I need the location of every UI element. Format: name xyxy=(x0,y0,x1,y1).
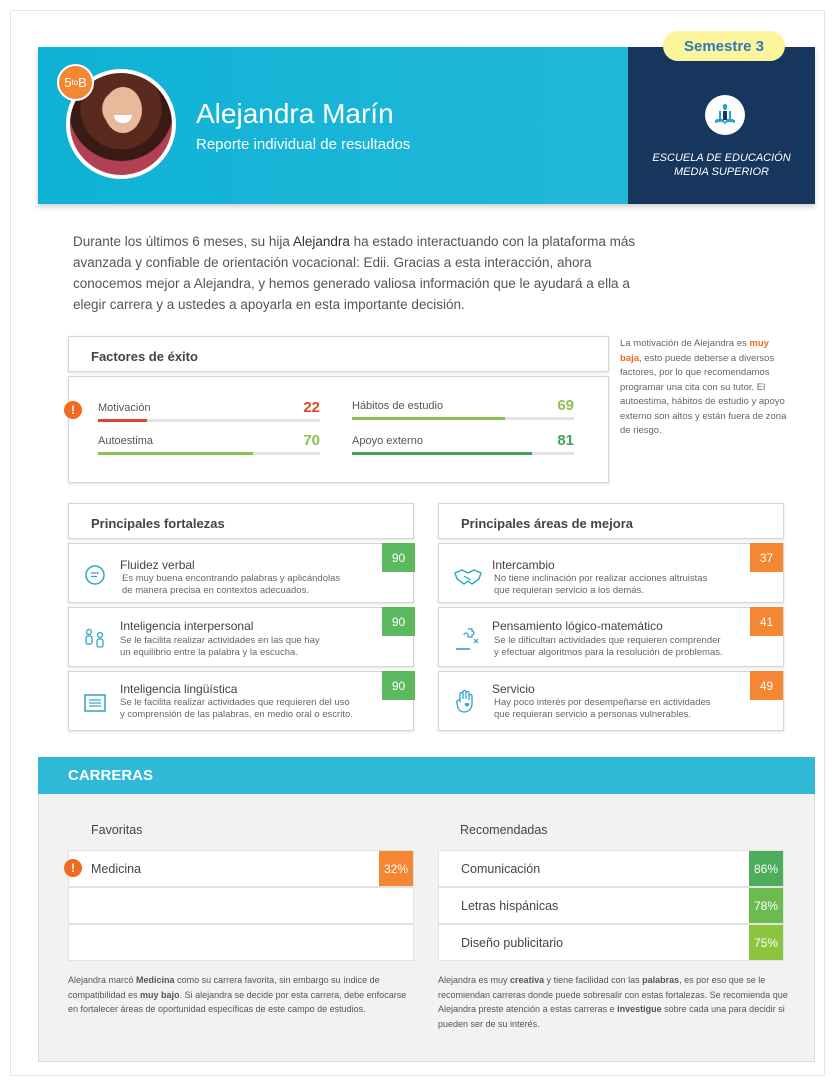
people-icon xyxy=(82,626,108,652)
grade-badge: 5 to B xyxy=(57,64,94,101)
score-badge: 90 xyxy=(382,543,415,572)
semester-badge: Semestre 3 xyxy=(663,31,785,61)
recommended-title: Recomendadas xyxy=(460,823,548,837)
factors-panel: ! Motivación 22 Hábitos de estudio 69 Au… xyxy=(64,376,609,483)
motivation-note: La motivación de Alejandra es muy baja, … xyxy=(620,338,787,436)
recommended-note: Alejandra es muy creativa y tiene facili… xyxy=(438,975,788,1029)
recommended-career-row: Diseño publicitario 75% xyxy=(438,924,784,961)
alert-icon: ! xyxy=(64,401,82,419)
factors-header: Factores de éxito xyxy=(68,336,609,372)
handshake-icon xyxy=(453,564,483,590)
improvement-item: Servicio Hay poco interés por desempeñar… xyxy=(438,671,784,731)
factor-bar-fill xyxy=(98,452,254,455)
student-name: Alejandra Marín xyxy=(196,98,394,129)
careers-title: CARRERAS xyxy=(38,757,815,794)
score-badge: 49 xyxy=(750,671,783,700)
score-badge: 90 xyxy=(382,671,415,700)
favorite-career-row xyxy=(68,887,414,924)
school-name: ESCUELA DE EDUCACIÓN MEDIA SUPERIOR xyxy=(652,152,791,178)
strength-item: Inteligencia lingüística Se le facilita … xyxy=(68,671,415,731)
strength-item: Inteligencia interpersonal Se le facilit… xyxy=(68,607,415,667)
factor-bar-fill xyxy=(352,417,506,420)
improvements-title: Principales áreas de mejora xyxy=(461,516,633,531)
recommended-career-row: Comunicación 86% xyxy=(438,850,784,887)
report-header: 5 to B Alejandra Marín Reporte individual … xyxy=(38,31,815,204)
compatibility-badge: 86% xyxy=(749,851,783,886)
strengths-title: Principales fortalezas xyxy=(91,516,225,531)
improvement-item: Intercambio No tiene inclinación por rea… xyxy=(438,543,784,603)
favorite-career-row: Medicina 32% xyxy=(68,850,414,887)
score-badge: 37 xyxy=(750,543,783,572)
favorites-title: Favoritas xyxy=(91,823,143,837)
hand-heart-icon xyxy=(453,686,483,716)
improvements-header: Principales áreas de mejora xyxy=(438,503,784,539)
score-badge: 90 xyxy=(382,607,415,636)
recommended-career-row: Letras hispánicas 78% xyxy=(438,887,784,924)
factors-title: Factores de éxito xyxy=(91,349,198,364)
puzzle-icon xyxy=(453,624,483,654)
favorites-note: Alejandra marcó Medicina como su carrera… xyxy=(68,975,407,1014)
score-badge: 41 xyxy=(750,607,783,636)
text-lines-icon xyxy=(82,690,108,716)
improvement-item: Pensamiento lógico-matemático Se le difi… xyxy=(438,607,784,667)
compatibility-badge: 78% xyxy=(749,888,783,923)
compatibility-badge: 32% xyxy=(379,851,413,886)
strengths-header: Principales fortalezas xyxy=(68,503,414,539)
favorite-career-row xyxy=(68,924,414,961)
school-logo-icon xyxy=(705,95,745,135)
factor-bar-fill xyxy=(352,452,532,455)
compatibility-badge: 75% xyxy=(749,925,783,960)
report-subtitle: Reporte individual de resultados xyxy=(196,136,411,153)
alert-icon: ! xyxy=(64,859,82,877)
intro-paragraph: Durante los últimos 6 meses, su hija Ale… xyxy=(73,234,636,312)
factor-bar-fill xyxy=(98,419,147,422)
strength-item: Fluidez verbal Es muy buena encontrando … xyxy=(68,543,415,603)
chat-bubble-icon xyxy=(82,562,108,588)
